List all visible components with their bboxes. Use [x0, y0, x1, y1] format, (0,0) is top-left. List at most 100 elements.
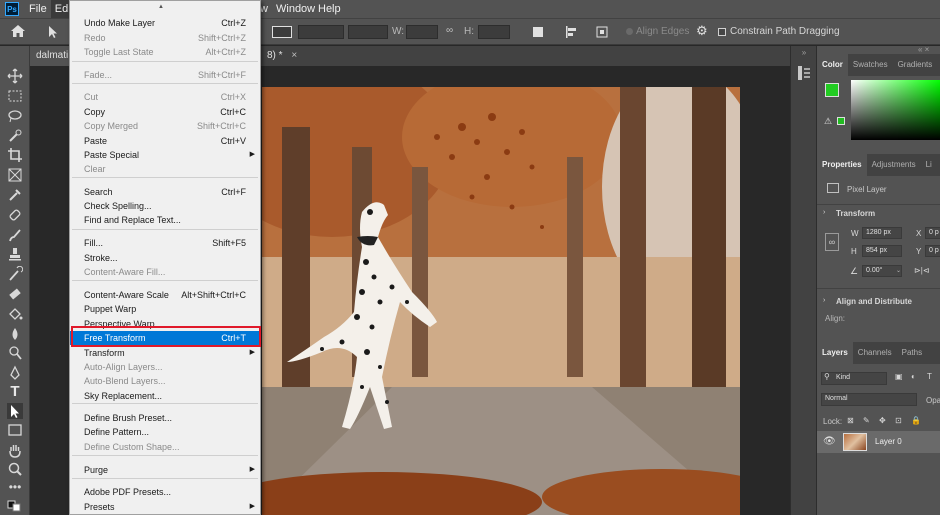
link-icon[interactable]: ∞	[446, 25, 456, 39]
hand-tool-icon[interactable]	[7, 442, 23, 458]
menu-item-cut[interactable]: Cut Ctrl+X	[70, 90, 260, 104]
stroke-width-field[interactable]	[298, 25, 344, 39]
menu-item-undo-make-layer[interactable]: Undo Make Layer Ctrl+Z	[70, 16, 260, 30]
path-arrangement-icon[interactable]	[595, 25, 609, 39]
menu-item-puppet-warp[interactable]: Puppet Warp	[70, 302, 260, 316]
width-field[interactable]	[406, 25, 438, 39]
warning-icon[interactable]: ⚠	[824, 116, 834, 126]
x-input[interactable]: 0 p	[925, 227, 940, 239]
rectangle-tool-icon[interactable]	[7, 422, 23, 438]
menu-item-copy[interactable]: Copy Ctrl+C	[70, 105, 260, 119]
canvas-image[interactable]	[262, 87, 740, 515]
web-safe-color-swatch[interactable]	[837, 117, 845, 125]
tab-gradients[interactable]: Gradients	[893, 54, 938, 76]
menu-item-clear[interactable]: Clear	[70, 162, 260, 176]
menu-item-define-custom-shape[interactable]: Define Custom Shape...	[70, 440, 260, 454]
history-brush-tool-icon[interactable]	[7, 265, 24, 282]
layer-row[interactable]: 👁 Layer 0	[817, 431, 940, 453]
quick-selection-tool-icon[interactable]	[7, 128, 23, 144]
menu-item-find-and-replace-text[interactable]: Find and Replace Text...	[70, 213, 260, 227]
tab-adjustments[interactable]: Adjustments	[867, 154, 921, 176]
height-input[interactable]: 854 px	[862, 245, 902, 257]
filter-adjustment-icon[interactable]: ◐	[911, 372, 916, 381]
clone-stamp-tool-icon[interactable]	[7, 246, 23, 262]
menu-item-fade[interactable]: Fade... Shift+Ctrl+F	[70, 68, 260, 82]
panel-menu-icon[interactable]: « ×	[918, 46, 938, 54]
menu-item-copy-merged[interactable]: Copy Merged Shift+Ctrl+C	[70, 119, 260, 133]
tab-paths[interactable]: Paths	[897, 342, 927, 364]
menu-file[interactable]: File	[25, 0, 51, 18]
lasso-tool-icon[interactable]	[7, 108, 23, 124]
move-arrow-icon[interactable]	[47, 25, 59, 39]
history-panel-icon[interactable]	[795, 64, 813, 82]
zoom-tool-icon[interactable]	[7, 461, 23, 477]
transform-collapse-icon[interactable]: ›	[823, 209, 825, 216]
healing-brush-tool-icon[interactable]	[7, 207, 23, 223]
crop-tool-icon[interactable]	[7, 147, 23, 163]
menu-item-search[interactable]: Search Ctrl+F	[70, 185, 260, 199]
menu-item-fill[interactable]: Fill... Shift+F5	[70, 236, 260, 250]
angle-dropdown-arrow-icon[interactable]: ⌄	[896, 267, 901, 274]
tab-properties[interactable]: Properties	[817, 154, 867, 176]
close-tab-icon[interactable]: ×	[291, 50, 297, 61]
lock-position-icon[interactable]: ✥	[879, 416, 886, 425]
lock-image-icon[interactable]: ✎	[863, 416, 870, 425]
blend-mode-dropdown[interactable]: Normal	[821, 393, 917, 406]
brush-tool-icon[interactable]	[7, 227, 23, 243]
menu-item-content-aware-fill[interactable]: Content-Aware Fill...	[70, 265, 260, 279]
menu-item-paste-special[interactable]: Paste Special ▶	[70, 148, 260, 162]
y-input[interactable]: 0 p	[925, 245, 940, 257]
pen-tool-icon[interactable]	[7, 365, 23, 381]
menu-item-auto-blend-layers[interactable]: Auto-Blend Layers...	[70, 374, 260, 388]
document-tab[interactable]: dalmati	[30, 46, 70, 66]
width-input[interactable]: 1280 px	[862, 227, 902, 239]
tab-swatches[interactable]: Swatches	[848, 54, 893, 76]
marquee-tool-icon[interactable]	[7, 88, 23, 104]
menu-item-content-aware-scale[interactable]: Content-Aware Scale Alt+Shift+Ctrl+C	[70, 288, 260, 302]
link-dimensions-icon[interactable]: ∞	[825, 233, 839, 251]
menu-item-redo[interactable]: Redo Shift+Ctrl+Z	[70, 31, 260, 45]
move-tool-icon[interactable]	[7, 68, 23, 84]
menu-item-toggle-last-state[interactable]: Toggle Last State Alt+Ctrl+Z	[70, 45, 260, 59]
align-edges-checkbox[interactable]	[626, 28, 633, 35]
swap-colors-icon[interactable]	[7, 498, 23, 514]
menu-help[interactable]: Help	[314, 0, 345, 18]
path-operations-icon[interactable]	[533, 27, 543, 37]
tab-color[interactable]: Color	[817, 54, 848, 76]
more-tools-icon[interactable]: •••	[7, 480, 23, 496]
tab-channels[interactable]: Channels	[853, 342, 897, 364]
eraser-tool-icon[interactable]	[7, 286, 23, 302]
menu-item-paste[interactable]: Paste Ctrl+V	[70, 134, 260, 148]
collapse-panels-icon[interactable]: »	[794, 49, 814, 57]
tab-layers[interactable]: Layers	[817, 342, 853, 364]
menu-item-check-spelling[interactable]: Check Spelling...	[70, 199, 260, 213]
paint-bucket-tool-icon[interactable]	[7, 306, 23, 322]
menu-item-define-pattern[interactable]: Define Pattern...	[70, 425, 260, 439]
menu-item-define-brush-preset[interactable]: Define Brush Preset...	[70, 411, 260, 425]
foreground-color-swatch[interactable]	[825, 83, 839, 97]
gear-icon[interactable]: ⚙	[696, 24, 710, 38]
menu-item-transform[interactable]: Transform ▶	[70, 346, 260, 360]
menu-scroll-up-icon[interactable]: ▲	[158, 4, 164, 10]
menu-item-presets[interactable]: Presets ▶	[70, 500, 260, 514]
layer-name[interactable]: Layer 0	[875, 437, 902, 446]
path-selection-tool-icon[interactable]	[7, 403, 23, 419]
tab-libraries[interactable]: Li	[921, 154, 937, 176]
lock-artboard-icon[interactable]: ⊡	[895, 416, 902, 425]
menu-item-adobe-pdf-presets[interactable]: Adobe PDF Presets...	[70, 485, 260, 499]
stroke-swatch[interactable]	[272, 26, 292, 38]
menu-window[interactable]: Window	[272, 0, 319, 18]
type-tool-icon[interactable]: T	[7, 384, 23, 400]
menu-item-sky-replacement[interactable]: Sky Replacement...	[70, 389, 260, 403]
menu-item-stroke[interactable]: Stroke...	[70, 251, 260, 265]
height-field[interactable]	[478, 25, 510, 39]
menu-item-purge[interactable]: Purge ▶	[70, 463, 260, 477]
color-picker-field[interactable]	[851, 80, 940, 140]
visibility-eye-icon[interactable]: 👁	[823, 437, 836, 447]
dodge-tool-icon[interactable]	[7, 345, 23, 361]
filter-type-icon[interactable]: T	[927, 372, 932, 381]
layer-filter-dropdown[interactable]: Kind	[821, 372, 887, 385]
lock-transparent-icon[interactable]: ⊠	[847, 416, 854, 425]
align-collapse-icon[interactable]: ›	[823, 297, 825, 304]
menu-item-auto-align-layers[interactable]: Auto-Align Layers...	[70, 360, 260, 374]
